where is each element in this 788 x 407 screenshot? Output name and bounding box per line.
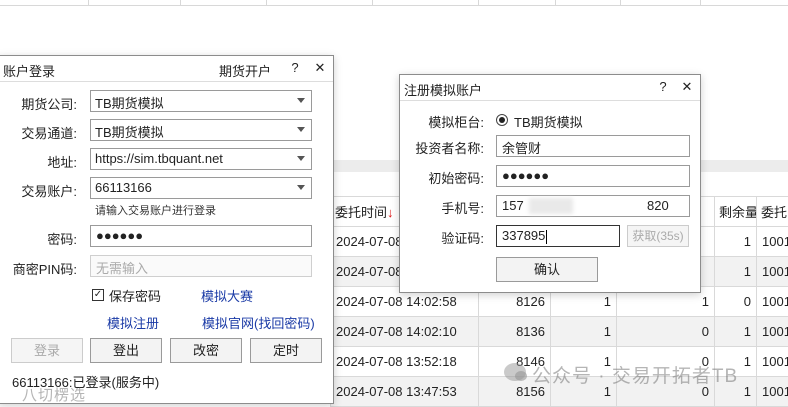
channel-label: 交易通道:	[0, 123, 77, 142]
account-label: 交易账户:	[0, 181, 77, 200]
cell-order-no: 1001	[757, 227, 788, 257]
help-icon[interactable]: ?	[287, 60, 303, 75]
grid-top-header	[0, 0, 788, 6]
chevron-down-icon	[297, 127, 305, 132]
help-icon[interactable]: ?	[655, 79, 671, 94]
phone-field[interactable]: 157 820	[496, 195, 690, 217]
sim-contest-link[interactable]: 模拟大赛	[201, 286, 253, 305]
sim-site-link[interactable]: 模拟官网(找回密码)	[202, 313, 315, 332]
phone-prefix: 157	[502, 198, 524, 213]
counter-label: 模拟柜台:	[400, 112, 484, 131]
code-field[interactable]: 337895	[496, 225, 620, 247]
code-value: 337895	[502, 228, 545, 243]
chevron-down-icon	[297, 156, 305, 161]
wechat-icon	[504, 363, 526, 381]
pin-label: 商密PIN码:	[0, 259, 77, 278]
cell-price: 8136	[479, 317, 551, 347]
wechat-watermark: 公众号 · 交易开拓者TB	[532, 361, 738, 388]
password-label: 密码:	[0, 229, 77, 248]
column-header-remaining[interactable]: 剩余量	[715, 197, 757, 227]
sort-desc-icon: ↓	[387, 205, 394, 220]
phone-suffix: 820	[647, 198, 669, 213]
company-label: 期货公司:	[0, 94, 77, 113]
investor-name-field[interactable]: 余管财	[496, 135, 690, 157]
init-password-label: 初始密码:	[400, 168, 484, 187]
column-header-order-no[interactable]: 委托	[757, 197, 788, 227]
account-value: 66113166	[95, 180, 152, 195]
address-label: 地址:	[0, 152, 77, 171]
channel-value: TB期货模拟	[95, 125, 164, 140]
dialog-title: 注册模拟账户	[404, 80, 482, 99]
cell-remaining: 1	[715, 227, 757, 257]
close-icon[interactable]: ✕	[312, 60, 328, 76]
cell-order-no: 1001	[757, 287, 788, 317]
investor-label: 投资者名称:	[400, 138, 484, 157]
dialog-title: 账户登录	[3, 61, 55, 80]
cell-order-no: 1001	[757, 377, 788, 407]
address-value: https://sim.tbquant.net	[95, 151, 223, 166]
phone-label: 手机号:	[400, 198, 484, 217]
code-label: 验证码:	[400, 228, 484, 247]
dialog-titlebar[interactable]: 注册模拟账户 ? ✕	[400, 75, 700, 101]
company-select[interactable]: TB期货模拟	[90, 90, 312, 112]
channel-select[interactable]: TB期货模拟	[90, 119, 312, 141]
cell-time: 2024-07-08 13:47:53	[331, 377, 479, 407]
cell-order-no: 1001	[757, 347, 788, 377]
save-password-label[interactable]: 保存密码	[109, 286, 161, 305]
address-select[interactable]: https://sim.tbquant.net	[90, 148, 312, 170]
cell-filled: 0	[617, 317, 715, 347]
open-account-link[interactable]: 期货开户	[219, 61, 271, 80]
cell-time: 2024-07-08 14:02:10	[331, 317, 479, 347]
chevron-down-icon	[297, 185, 305, 190]
save-password-checkbox[interactable]: ✓	[92, 289, 104, 301]
register-sim-account-dialog: 注册模拟账户 ? ✕ 模拟柜台: TB期货模拟 投资者名称: 余管财 初始密码:…	[399, 74, 701, 293]
phone-redaction	[529, 198, 573, 214]
timer-button[interactable]: 定时	[250, 338, 322, 363]
get-code-button[interactable]: 获取(35s)	[627, 225, 689, 247]
cell-remaining: 1	[715, 257, 757, 287]
account-hint: 请输入交易账户进行登录	[95, 202, 216, 218]
company-value: TB期货模拟	[95, 96, 164, 111]
change-password-button[interactable]: 改密	[170, 338, 242, 363]
logout-button[interactable]: 登出	[90, 338, 162, 363]
chevron-down-icon	[297, 98, 305, 103]
cell-time: 2024-07-08 13:52:18	[331, 347, 479, 377]
account-login-dialog: 账户登录 期货开户 ? ✕ 期货公司: TB期货模拟 交易通道: TB期货模拟 …	[0, 55, 334, 404]
dialog-titlebar[interactable]: 账户登录 期货开户 ? ✕	[0, 56, 333, 82]
password-field[interactable]: ●●●●●●	[90, 225, 312, 247]
pin-field[interactable]: 无需输入	[90, 255, 312, 277]
counter-option-label[interactable]: TB期货模拟	[514, 112, 583, 131]
corner-watermark: 八切楞选	[22, 384, 86, 405]
confirm-button[interactable]: 确认	[496, 257, 598, 282]
account-select[interactable]: 66113166	[90, 177, 312, 199]
sim-register-link[interactable]: 模拟注册	[107, 313, 159, 332]
cell-remaining: 1	[715, 317, 757, 347]
cell-remaining: 0	[715, 287, 757, 317]
counter-radio[interactable]	[496, 114, 508, 126]
cell-order-no: 1001	[757, 317, 788, 347]
init-password-field[interactable]: ●●●●●●	[496, 165, 690, 187]
cell-qty: 1	[551, 317, 617, 347]
table-row[interactable]: 2024-07-08 14:02:10 8136 1 0 1 1001	[331, 317, 788, 347]
login-button[interactable]: 登录	[11, 338, 83, 363]
close-icon[interactable]: ✕	[679, 79, 695, 95]
text-caret	[546, 230, 547, 244]
cell-order-no: 1001	[757, 257, 788, 287]
